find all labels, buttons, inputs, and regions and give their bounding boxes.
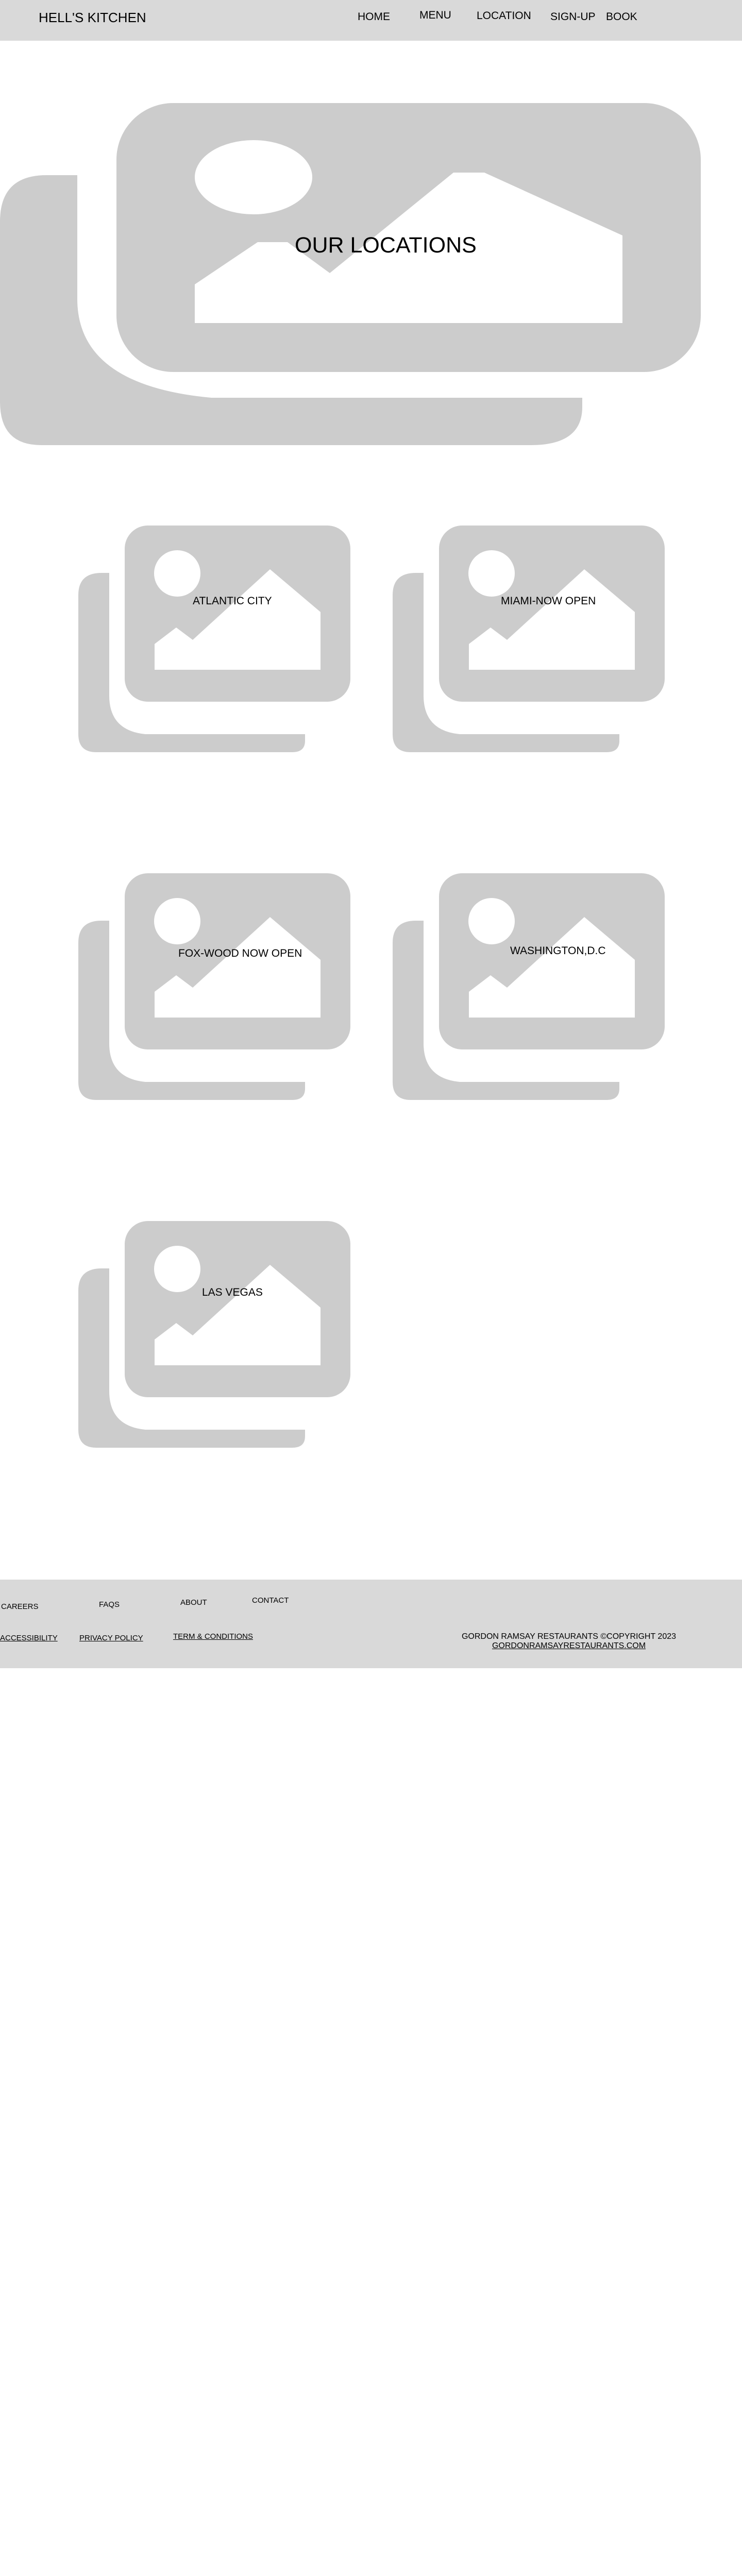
site-footer: CAREERS FAQS ABOUT CONTACT ACCESSIBILITY… xyxy=(0,1580,742,1668)
footer-link-accessibility[interactable]: ACCESSIBILITY xyxy=(0,1634,58,1642)
nav-sign-up[interactable]: SIGN-UP xyxy=(550,11,596,23)
site-header: HELL'S KITCHEN HOME MENU LOCATION SIGN-U… xyxy=(0,0,742,41)
location-card-image[interactable] xyxy=(78,526,350,752)
gallery-icon xyxy=(78,873,350,1100)
location-washington-dc[interactable]: WASHINGTON,D.C xyxy=(510,945,606,957)
footer-link-contact[interactable]: CONTACT xyxy=(252,1596,289,1605)
footer-site-link[interactable]: GORDONRAMSAYRESTAURANTS.COM xyxy=(440,1641,698,1651)
gallery-icon xyxy=(393,526,665,752)
copyright-text: GORDON RAMSAY RESTAURANTS ©COPYRIGHT 202… xyxy=(461,1632,677,1641)
location-card-image[interactable] xyxy=(393,873,665,1100)
location-card-image[interactable] xyxy=(78,1221,350,1448)
nav-book[interactable]: BOOK xyxy=(606,11,637,23)
location-miami[interactable]: MIAMI-NOW OPEN xyxy=(501,595,596,607)
footer-link-privacy-policy[interactable]: PRIVACY POLICY xyxy=(79,1634,143,1642)
location-atlantic-city[interactable]: ATLANTIC CITY xyxy=(193,595,272,607)
location-fox-wood[interactable]: FOX-WOOD NOW OPEN xyxy=(178,947,302,960)
gallery-icon xyxy=(78,1221,350,1448)
footer-link-about[interactable]: ABOUT xyxy=(180,1598,207,1607)
gallery-icon xyxy=(393,873,665,1100)
gallery-icon xyxy=(78,526,350,752)
footer-link-terms[interactable]: TERM & CONDITIONS xyxy=(173,1632,253,1641)
location-card-image[interactable] xyxy=(393,526,665,752)
footer-link-faqs[interactable]: FAQS xyxy=(99,1600,120,1609)
nav-home[interactable]: HOME xyxy=(358,11,390,23)
nav-menu[interactable]: MENU xyxy=(419,9,451,22)
gallery-icon xyxy=(0,103,701,445)
hero-image-placeholder xyxy=(0,103,701,445)
page-title: OUR LOCATIONS xyxy=(295,233,477,258)
brand-logo[interactable]: HELL'S KITCHEN xyxy=(39,10,146,26)
footer-link-careers[interactable]: CAREERS xyxy=(1,1602,39,1611)
nav-location[interactable]: LOCATION xyxy=(477,10,531,22)
location-card-image[interactable] xyxy=(78,873,350,1100)
location-las-vegas[interactable]: LAS VEGAS xyxy=(202,1286,263,1299)
